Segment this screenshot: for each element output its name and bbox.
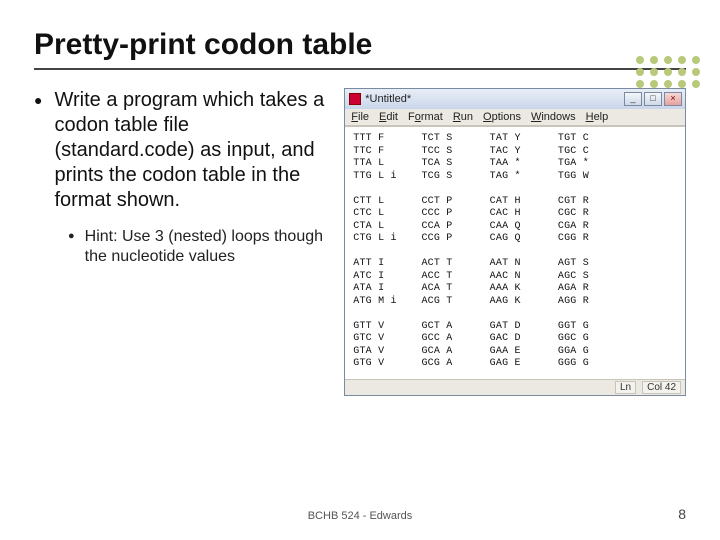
footer-center: BCHB 524 - Edwards	[0, 510, 720, 522]
menu-options[interactable]: Options	[483, 111, 521, 123]
bullet-sub: ● Hint: Use 3 (nested) loops though the …	[68, 227, 330, 267]
status-ln: Ln	[615, 381, 636, 394]
minimize-button[interactable]: _	[624, 92, 642, 106]
maximize-button[interactable]: □	[644, 92, 662, 106]
close-button[interactable]: ×	[664, 92, 682, 106]
menu-run[interactable]: Run	[453, 111, 473, 123]
bullet-sub-text: Hint: Use 3 (nested) loops though the nu…	[85, 227, 331, 267]
menu-edit[interactable]: Edit	[379, 111, 398, 123]
page-title: Pretty-print codon table	[34, 28, 686, 70]
statusbar: Ln Col 42	[345, 379, 685, 395]
window-controls: _ □ ×	[624, 92, 682, 106]
menubar: File Edit Format Run Options Windows Hel…	[345, 109, 685, 126]
body-row: ● Write a program which takes a codon ta…	[34, 88, 686, 396]
menu-windows[interactable]: Windows	[531, 111, 576, 123]
window-title: *Untitled*	[365, 93, 411, 105]
menu-format[interactable]: Format	[408, 111, 443, 123]
app-window: *Untitled* _ □ × File Edit Format Run Op…	[344, 88, 686, 396]
app-icon	[349, 93, 361, 105]
decor-dots	[636, 56, 702, 88]
status-col: Col 42	[642, 381, 681, 394]
menu-help[interactable]: Help	[586, 111, 609, 123]
menu-file[interactable]: File	[351, 111, 369, 123]
page-number: 8	[678, 506, 686, 522]
slide: Pretty-print codon table ● Write a progr…	[0, 0, 720, 540]
bullet-dot-icon: ●	[68, 230, 75, 267]
bullet-dot-icon: ●	[34, 92, 42, 213]
left-column: ● Write a program which takes a codon ta…	[34, 88, 330, 396]
codon-output: TTT F TCT S TAT Y TGT C TTC F TCC S TAC …	[345, 126, 685, 379]
bullet-main: ● Write a program which takes a codon ta…	[34, 88, 330, 213]
titlebar[interactable]: *Untitled* _ □ ×	[345, 89, 685, 109]
titlebar-left: *Untitled*	[349, 93, 411, 105]
bullet-main-text: Write a program which takes a codon tabl…	[54, 88, 330, 213]
